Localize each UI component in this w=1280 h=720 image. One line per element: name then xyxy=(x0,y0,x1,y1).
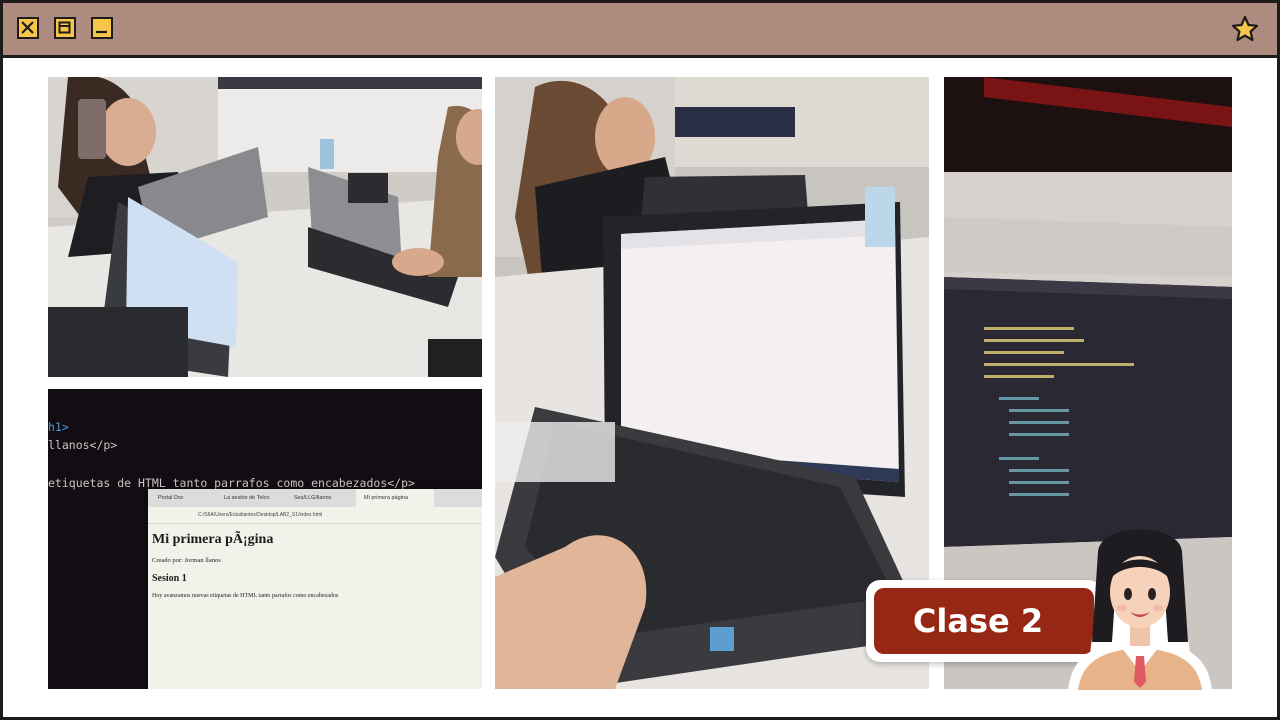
photo-hp-laptop xyxy=(495,77,929,689)
browser-window: Portal Doc La sesión de Telco Ses/LLG/ll… xyxy=(148,489,482,689)
maximize-icon[interactable] xyxy=(54,17,76,39)
photo-code-and-browser: h1> llanos</p> etiquetas de HTML tanto p… xyxy=(48,389,482,689)
author-line: Creado por: Jorman llanos xyxy=(152,557,221,564)
tab-portal[interactable]: Portal Doc xyxy=(148,495,216,501)
photo-students-laptops xyxy=(48,77,482,377)
code-line: llanos</p> xyxy=(48,438,118,452)
close-icon[interactable] xyxy=(17,17,39,39)
section-heading: Sesion 1 xyxy=(152,573,187,584)
browser-tabs: Portal Doc La sesión de Telco Ses/LLG/ll… xyxy=(148,489,482,507)
code-line: h1> xyxy=(48,420,69,434)
address-bar[interactable]: C:/S6A/Users/Estudiantes/Desktop/LAB2_S1… xyxy=(148,507,482,524)
tab-session[interactable]: La sesión de Telco xyxy=(216,495,286,501)
page-heading: Mi primera pÃ¡gina xyxy=(152,532,274,547)
title-bar xyxy=(3,3,1277,58)
teacher-avatar xyxy=(1068,529,1212,690)
star-icon[interactable] xyxy=(1231,15,1259,43)
badge-label: Clase 2 xyxy=(912,602,1044,640)
tab-llanos[interactable]: Ses/LLG/llanos xyxy=(286,495,356,501)
minimize-icon[interactable] xyxy=(91,17,113,39)
paragraph: Hoy avanzamos nuevas etiquetas de HTML t… xyxy=(152,593,339,599)
tab-active-page[interactable]: Mi primera página xyxy=(356,489,434,507)
